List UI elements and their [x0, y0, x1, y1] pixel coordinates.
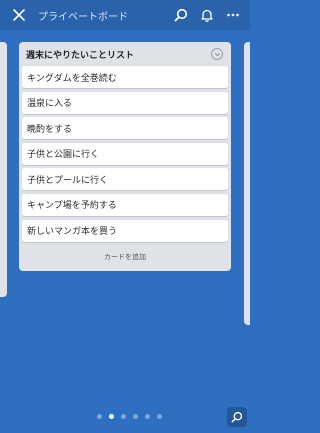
card[interactable]: 温泉に入る [22, 91, 228, 114]
close-button[interactable] [4, 0, 34, 30]
more-menu-button[interactable] [220, 0, 246, 30]
card[interactable]: キャンプ場を予約する [22, 193, 228, 216]
page-dot[interactable] [157, 414, 162, 419]
card[interactable]: 子供と公園に行く [22, 142, 228, 165]
list-column: 週末にやりたいことリスト キングダムを全巻読む 温泉に入る 晩酌をする 子供と公… [19, 42, 231, 271]
chevron-down-icon [214, 52, 220, 56]
previous-list-edge[interactable] [0, 42, 7, 297]
list-header: 週末にやりたいことリスト [19, 42, 231, 66]
search-icon [231, 411, 243, 423]
top-bar: プライベートボード [0, 0, 250, 30]
notifications-button[interactable] [194, 0, 220, 30]
next-list-edge[interactable] [244, 42, 250, 325]
card[interactable]: 新しいマンガ本を買う [22, 219, 228, 242]
list-menu-button[interactable] [211, 48, 223, 60]
board-title: プライベートボード [38, 11, 128, 23]
bell-icon [201, 9, 213, 22]
page-dot[interactable] [133, 414, 138, 419]
more-icon [227, 13, 239, 17]
card[interactable]: 子供とプールに行く [22, 168, 228, 191]
page-dot-active[interactable] [109, 414, 114, 419]
card[interactable]: 晩酌をする [22, 117, 228, 140]
list-title[interactable]: 週末にやりたいことリスト [26, 48, 134, 61]
card-list: キングダムを全巻読む 温泉に入る 晩酌をする 子供と公園に行く 子供とプールに行… [19, 66, 231, 242]
zoom-search-button[interactable] [227, 407, 247, 427]
page-indicator [97, 414, 162, 419]
page-dot[interactable] [97, 414, 102, 419]
search-icon [174, 8, 188, 22]
search-button[interactable] [168, 0, 194, 30]
add-card-button[interactable]: カードを追加 [19, 242, 231, 271]
page-dot[interactable] [121, 414, 126, 419]
page-dot[interactable] [145, 414, 150, 419]
close-icon [13, 9, 25, 21]
card[interactable]: キングダムを全巻読む [22, 66, 228, 88]
